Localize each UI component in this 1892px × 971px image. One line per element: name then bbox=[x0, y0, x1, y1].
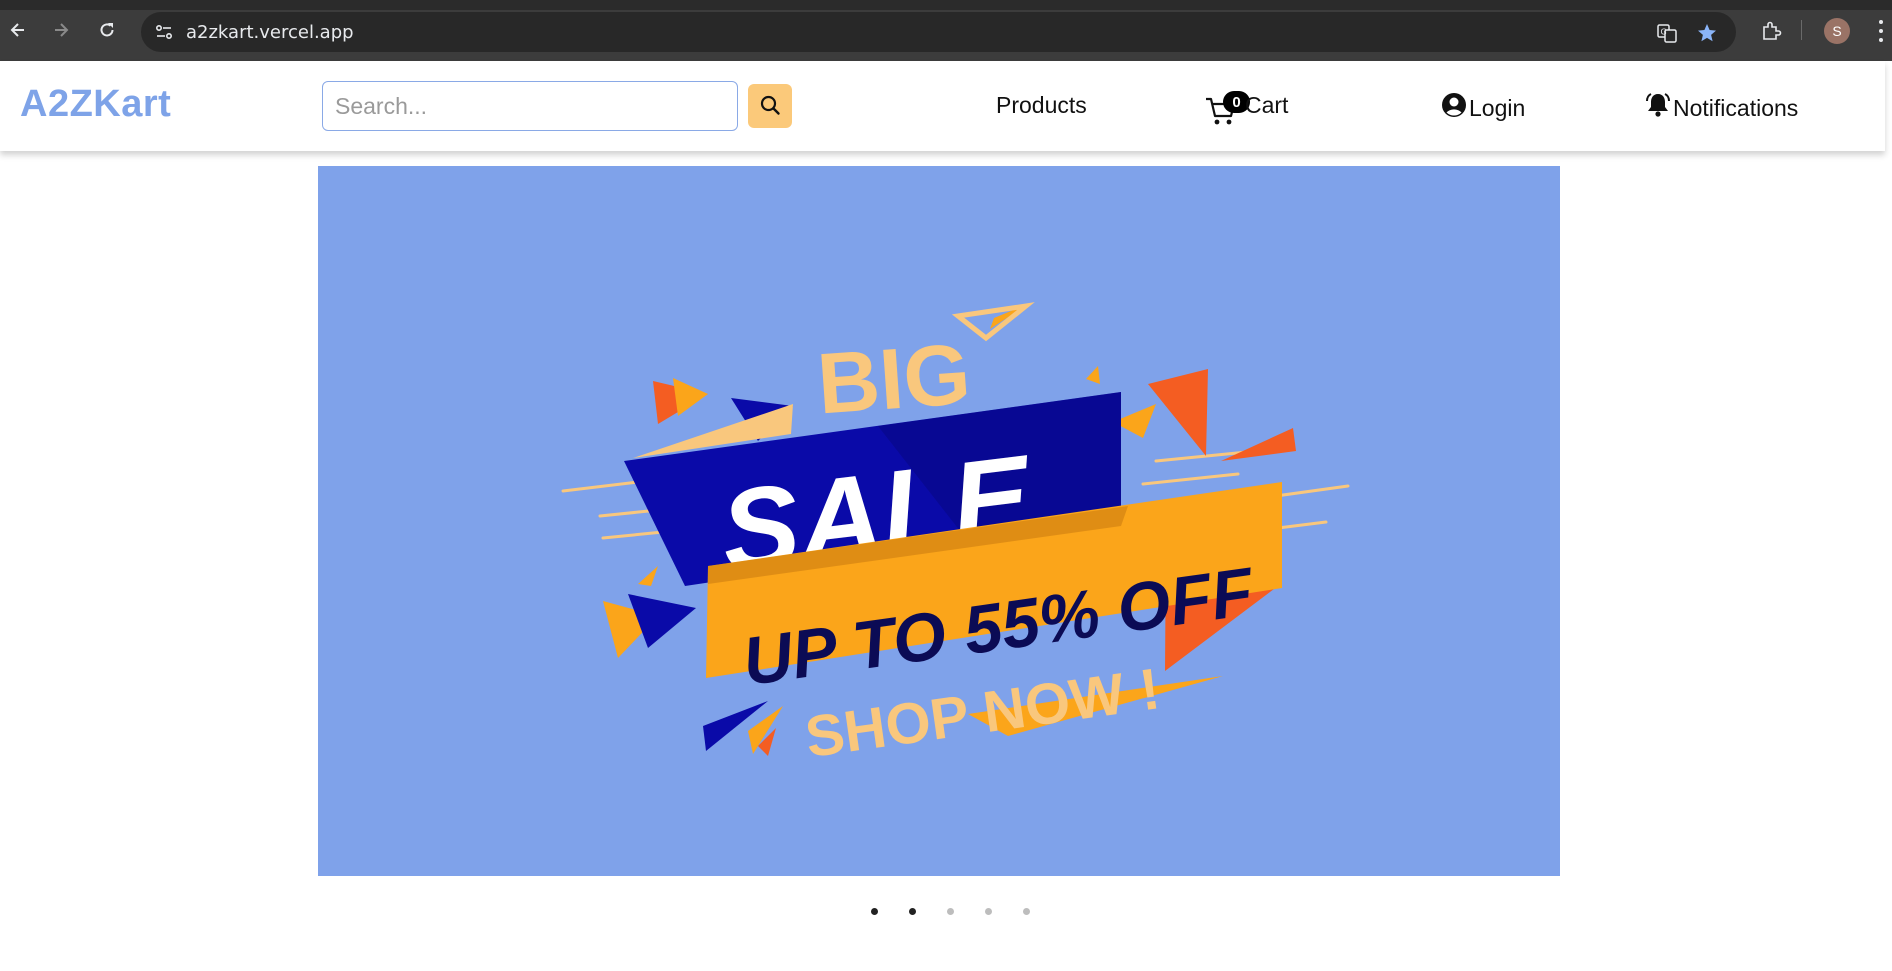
triangle-shape bbox=[673, 378, 708, 416]
nav-login-label: Login bbox=[1469, 94, 1526, 121]
svg-text:G: G bbox=[1661, 28, 1667, 37]
triangle-shape bbox=[638, 566, 658, 586]
forward-arrow-icon[interactable] bbox=[48, 17, 74, 43]
nav-products-label: Products bbox=[996, 92, 1087, 118]
sale-graphic: BIG SALE UP TO 55% OFF SHOP NOW ! bbox=[561, 302, 1350, 770]
nav-login-link[interactable]: Login bbox=[1441, 92, 1525, 124]
translate-icon[interactable]: G bbox=[1655, 21, 1679, 45]
carousel-dot[interactable] bbox=[855, 904, 893, 918]
nav-cart-link[interactable]: 0 Cart bbox=[1204, 83, 1324, 129]
user-circle-icon bbox=[1441, 92, 1467, 124]
search-icon bbox=[759, 94, 781, 119]
carousel-dot[interactable] bbox=[931, 904, 969, 918]
address-bar[interactable]: a2zkart.vercel.app G bbox=[141, 12, 1736, 52]
triangle-shape bbox=[1148, 369, 1208, 456]
triangle-shape bbox=[1221, 428, 1296, 461]
toolbar-divider bbox=[1801, 20, 1802, 40]
nav-notifications-link[interactable]: Notifications bbox=[1644, 92, 1798, 124]
carousel-dot[interactable] bbox=[893, 904, 931, 918]
url-text[interactable]: a2zkart.vercel.app bbox=[186, 22, 354, 43]
search-button[interactable] bbox=[748, 84, 792, 128]
carousel-dot[interactable] bbox=[969, 904, 1007, 918]
triangle-shape bbox=[1086, 366, 1100, 384]
bookmark-star-icon[interactable] bbox=[1695, 21, 1719, 45]
extensions-icon[interactable] bbox=[1758, 18, 1784, 44]
hero-banner-slide[interactable]: BIG SALE UP TO 55% OFF SHOP NOW ! bbox=[318, 166, 1560, 876]
browser-toolbar: a2zkart.vercel.app G S bbox=[0, 0, 1892, 61]
triangle-shape bbox=[628, 594, 696, 648]
carousel-dot[interactable] bbox=[1007, 904, 1045, 918]
search-input[interactable] bbox=[322, 81, 738, 131]
brand-logo[interactable]: A2ZKart bbox=[20, 83, 171, 126]
nav-products-link[interactable]: Products bbox=[996, 92, 1087, 119]
bell-icon bbox=[1644, 92, 1672, 124]
profile-avatar[interactable]: S bbox=[1824, 18, 1850, 44]
back-arrow-icon[interactable] bbox=[5, 17, 31, 43]
reload-icon[interactable] bbox=[94, 17, 120, 43]
more-menu-icon[interactable] bbox=[1876, 18, 1886, 44]
nav-notifications-label: Notifications bbox=[1673, 94, 1799, 121]
site-info-icon[interactable] bbox=[153, 21, 175, 43]
carousel-indicators bbox=[855, 904, 1045, 918]
nav-cart-label: Cart bbox=[1245, 92, 1289, 118]
tab-strip bbox=[0, 0, 1892, 10]
site-header: A2ZKart Products 0 Cart Login bbox=[0, 61, 1885, 151]
